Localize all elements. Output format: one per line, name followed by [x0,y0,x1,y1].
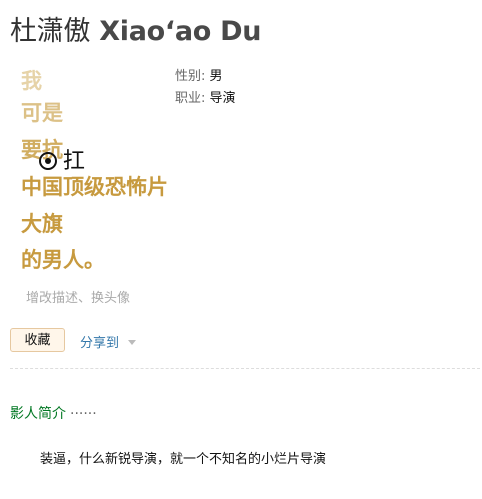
poster-graffiti-text: 扛 [63,149,86,174]
person-name-chinese: 杜潇傲 [10,16,91,47]
swirl-icon [39,152,57,170]
share-label: 分享到 [80,336,120,351]
section-divider [10,368,480,369]
intro-text: 装逼，什么新锐导演，就一个不知名的小烂片导演 [40,452,327,467]
caret-down-icon [128,340,137,345]
person-info: 性别: 男 职业: 导演 [175,66,236,110]
gender-label: 性别: [175,69,206,84]
gender-value: 男 [209,69,223,84]
poster-graffiti: 扛 [39,143,85,175]
intro-heading: 影人简介 [10,406,66,422]
edit-description-link[interactable]: 增改描述、换头像 [26,287,130,306]
poster-text-line: 我 [21,69,42,93]
intro-heading-dots: ······ [70,406,97,422]
person-avatar-image[interactable]: 我 可是 要抗 中国顶级恐怖片 大旗 的男人。 扛 [13,63,168,278]
intro-section-title: 影人简介 ······ [10,403,97,423]
poster-text-line: 的男人。 [21,248,105,272]
gender-row: 性别: 男 [175,66,236,88]
collect-button[interactable]: 收藏 [10,328,65,352]
job-value: 导演 [209,91,236,106]
poster-text-line: 可是 [21,101,63,125]
poster-text-line: 大旗 [21,212,63,236]
job-label: 职业: [175,91,206,106]
job-row: 职业: 导演 [175,88,236,110]
person-name-english: Xiao‘ao Du [99,16,262,47]
poster-text-line: 中国顶级恐怖片 [21,175,168,199]
share-dropdown[interactable]: 分享到 [80,332,137,351]
page-title: 杜潇傲 Xiao‘ao Du [10,9,261,48]
